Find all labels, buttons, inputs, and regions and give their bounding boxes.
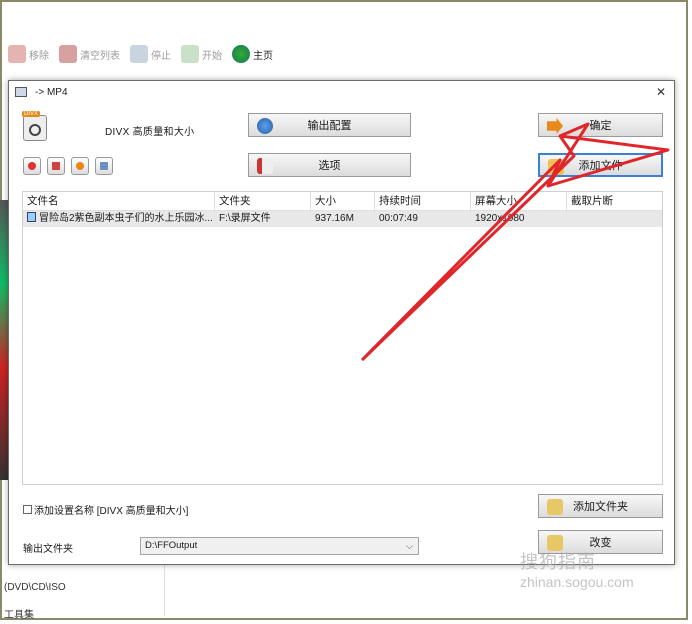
watermark: 搜狗指南 zhinan.sogou.com: [520, 548, 634, 590]
arrow-outline: [360, 134, 670, 362]
watermark-url: zhinan.sogou.com: [520, 574, 634, 590]
watermark-main: 搜狗指南: [520, 552, 596, 572]
annotation-arrow: [360, 122, 670, 362]
